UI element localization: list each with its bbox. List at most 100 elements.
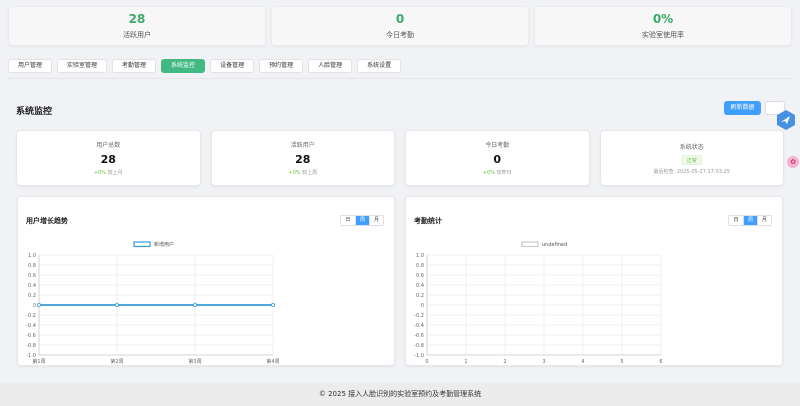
tab-system-monitor[interactable]: 系统监控 — [161, 59, 206, 73]
y-tick-label: -0.4 — [26, 323, 36, 329]
stat-title: 用户总数 — [96, 142, 121, 149]
y-tick-label: 0.2 — [28, 293, 36, 299]
y-tick-label: 1.0 — [28, 253, 36, 259]
stat-change: +0% 较上月 — [94, 169, 123, 176]
y-tick-label: 0.8 — [416, 263, 424, 269]
x-tick-label: 1 — [464, 359, 467, 365]
y-tick-label: -1.0 — [414, 353, 424, 359]
top-stat-label: 活跃用户 — [123, 31, 151, 39]
y-tick-label: 0.6 — [28, 273, 36, 279]
footer: © 2025 接入人脸识别的实验室预约及考勤管理系统 — [0, 383, 800, 406]
divider — [8, 78, 792, 79]
chart-title: 考勤统计 — [414, 217, 442, 225]
stat-change-suffix: 较昨日 — [496, 170, 512, 176]
y-tick-label: -0.6 — [414, 333, 424, 339]
data-point — [36, 303, 41, 308]
chart-card-user-growth: 用户增长趋势 日 周 月 1.0 0.8 0.6 0.4 0.2 0 -0.2 -0.4 -0.… — [17, 196, 395, 366]
x-tick-label: 5 — [620, 359, 623, 365]
top-stats: 28 活跃用户 0 今日考勤 0% 实验室使用率 — [8, 6, 792, 46]
x-tick-label: 4 — [581, 359, 584, 365]
chart-title: 用户增长趋势 — [26, 217, 68, 225]
stat-change-percent: +0% — [93, 170, 106, 176]
top-stat-active-users: 28 活跃用户 — [8, 6, 266, 46]
stat-value: 28 — [295, 153, 311, 166]
y-tick-label: -0.8 — [26, 343, 36, 349]
stat-value: 0 — [493, 153, 502, 166]
y-tick-label: 0.4 — [416, 283, 424, 289]
y-tick-label: -0.4 — [414, 323, 424, 329]
stat-card-active-users: 活跃用户 28 +0% 较上周 — [210, 130, 395, 186]
period-day-button[interactable]: 日 — [729, 216, 743, 225]
period-month-button[interactable]: 月 — [369, 216, 383, 225]
period-month-button[interactable]: 月 — [757, 216, 771, 225]
stat-change-percent: +0% — [482, 170, 495, 176]
chart-card-attendance: 考勤统计 日 周 月 1.0 0.8 0.6 0.4 0.2 0 -0.2 -0.4 -0.6 -… — [405, 196, 783, 366]
last-check-time: 最后检查: 2025-05-27 17:03:25 — [653, 168, 730, 175]
legend-swatch — [133, 241, 151, 248]
y-tick-label: 0.2 — [416, 293, 424, 299]
data-point — [115, 303, 120, 308]
top-stat-today-attendance: 0 今日考勤 — [271, 6, 529, 46]
stat-card-today-attendance: 今日考勤 0 +0% 较昨日 — [405, 130, 590, 186]
nav-tabs: 用户管理 实验室管理 考勤管理 系统监控 设备管理 预约管理 人脸管理 系统设置 — [8, 59, 402, 73]
stat-change: +0% 较上周 — [288, 169, 317, 176]
top-stat-value: 0% — [652, 12, 674, 26]
top-stat-label: 实验室使用率 — [642, 31, 684, 39]
stat-change-percent: +0% — [288, 170, 301, 176]
stat-card-total-users: 用户总数 28 +0% 较上月 — [16, 130, 201, 186]
period-switch: 日 周 月 — [340, 215, 384, 226]
top-stat-value: 0 — [395, 12, 405, 26]
y-tick-label: 0.4 — [28, 283, 36, 289]
y-tick-label: -0.2 — [414, 313, 424, 319]
refresh-button[interactable]: 刷新数据 — [724, 101, 761, 115]
section-title: 系统监控 — [16, 107, 53, 117]
user-growth-chart: 1.00.80.60.40.20-0.2-0.4-0.6-0.8-1.0第1周第… — [26, 241, 279, 365]
status-badge: 正常 — [681, 154, 702, 165]
top-stat-lab-usage: 0% 实验室使用率 — [534, 6, 792, 46]
tab-device-management[interactable]: 设备管理 — [210, 59, 255, 73]
floating-helper-icon[interactable]: ✿ — [787, 156, 799, 168]
tab-lab-management[interactable]: 实验室管理 — [57, 59, 108, 73]
data-point — [270, 303, 275, 308]
y-tick-label: 0.6 — [416, 273, 424, 279]
x-tick-label: 2 — [503, 359, 506, 365]
period-day-button[interactable]: 日 — [341, 216, 355, 225]
stat-title: 活跃用户 — [290, 142, 315, 149]
stat-card-system-status: 系统状态 正常 最后检查: 2025-05-27 17:03:25 — [599, 130, 784, 186]
y-tick-label: 0.8 — [28, 263, 36, 269]
tab-user-management[interactable]: 用户管理 — [8, 59, 53, 73]
tab-system-settings[interactable]: 系统设置 — [357, 59, 402, 73]
tab-face-management[interactable]: 人脸管理 — [308, 59, 353, 73]
stat-title: 系统状态 — [679, 143, 704, 151]
legend-label: undefined — [542, 242, 567, 248]
stat-value: 28 — [100, 153, 116, 166]
top-stat-value: 28 — [128, 12, 146, 26]
y-tick-label: 0 — [33, 303, 36, 309]
y-tick-label: -0.2 — [26, 313, 36, 319]
x-tick-label: 第3周 — [188, 358, 201, 365]
stat-change-suffix: 较上月 — [107, 170, 123, 176]
stat-change: +0% 较昨日 — [483, 169, 512, 176]
x-tick-label: 第1周 — [32, 358, 45, 365]
stat-title: 今日考勤 — [485, 142, 510, 149]
x-tick-label: 6 — [659, 359, 662, 365]
stats-cards: 用户总数 28 +0% 较上月 活跃用户 28 +0% 较上周 今日考勤 0 +… — [16, 130, 784, 186]
legend-label: 新增用户 — [154, 241, 174, 248]
x-tick-label: 0 — [425, 359, 428, 365]
period-week-button[interactable]: 周 — [355, 216, 369, 225]
attendance-chart: 1.00.80.60.40.20-0.2-0.4-0.6-0.8-1.00 1 2 3… — [414, 241, 663, 365]
period-switch: 日 周 月 — [728, 215, 772, 226]
tab-attendance-management[interactable]: 考勤管理 — [112, 59, 157, 73]
tab-reservation-management[interactable]: 预约管理 — [259, 59, 304, 73]
y-tick-label: -0.8 — [414, 343, 424, 349]
period-week-button[interactable]: 周 — [743, 216, 757, 225]
top-stat-label: 今日考勤 — [386, 31, 414, 39]
floating-assistant-icon[interactable] — [775, 109, 797, 131]
y-tick-label: -0.6 — [26, 333, 36, 339]
legend-swatch — [521, 241, 539, 248]
x-tick-label: 第4周 — [266, 358, 279, 365]
y-tick-label: 1.0 — [416, 253, 424, 259]
stat-change-suffix: 较上周 — [302, 170, 318, 176]
data-point — [192, 303, 197, 308]
y-tick-label: 0 — [421, 303, 424, 309]
